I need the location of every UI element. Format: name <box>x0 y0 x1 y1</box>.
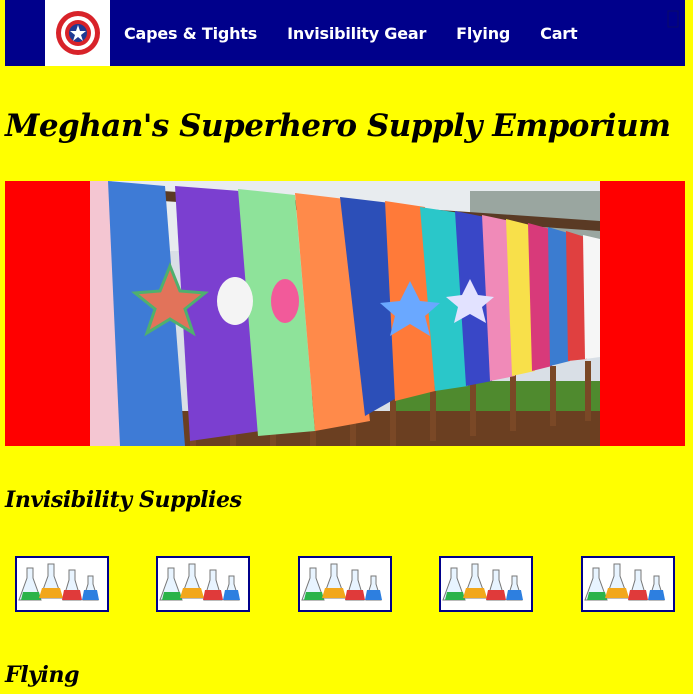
nav-toggle-icon[interactable] <box>667 10 679 28</box>
chemistry-flasks-icon <box>158 558 248 610</box>
logo-link[interactable] <box>45 0 110 66</box>
chemistry-flasks-icon <box>300 558 390 610</box>
chemistry-flasks-icon <box>583 558 673 610</box>
nav-links: Capes & Tights Invisibility Gear Flying … <box>124 24 607 43</box>
section-heading-flying: Flying <box>5 662 80 688</box>
page: Capes & Tights Invisibility Gear Flying … <box>0 0 693 694</box>
chemistry-flasks-icon <box>17 558 107 610</box>
product-thumb[interactable] <box>581 556 675 612</box>
nav-link-flying[interactable]: Flying <box>456 24 510 43</box>
product-thumb[interactable] <box>15 556 109 612</box>
nav-link-cart[interactable]: Cart <box>540 24 577 43</box>
product-thumb[interactable] <box>439 556 533 612</box>
chemistry-flasks-icon <box>441 558 531 610</box>
capes-on-fence-image <box>90 181 600 446</box>
product-thumb[interactable] <box>156 556 250 612</box>
nav-link-capes-tights[interactable]: Capes & Tights <box>124 24 257 43</box>
page-title: Meghan's Superhero Supply Emporium <box>5 108 671 144</box>
section-heading-invisibility: Invisibility Supplies <box>5 487 242 513</box>
invisibility-product-row <box>15 556 675 612</box>
captain-shield-icon <box>55 11 100 55</box>
product-thumb[interactable] <box>298 556 392 612</box>
nav-link-invisibility-gear[interactable]: Invisibility Gear <box>287 24 426 43</box>
top-navbar: Capes & Tights Invisibility Gear Flying … <box>5 0 685 66</box>
hero-banner <box>5 181 685 446</box>
